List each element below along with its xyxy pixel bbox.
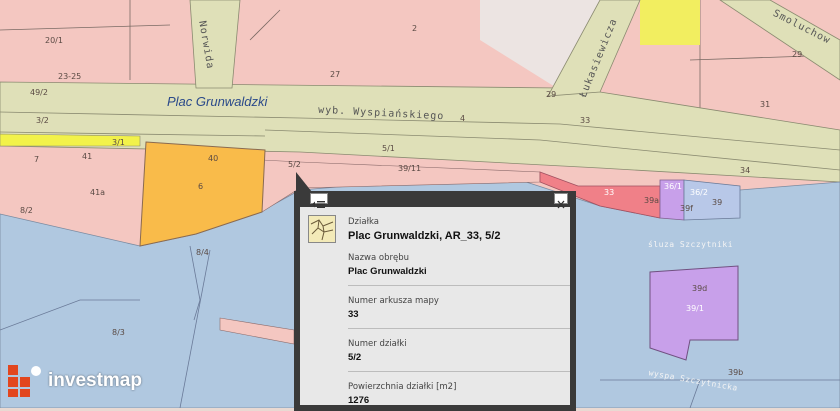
parcel-label: 7	[34, 155, 40, 164]
parcel-label: 5/2	[288, 160, 301, 169]
field-numer-arkusza: Numer arkusza mapy 33	[348, 296, 556, 320]
field-label: Numer działki	[348, 339, 407, 349]
street-label-sluza: śluza Szczytniki	[648, 240, 734, 249]
parcel-label: 4	[460, 114, 466, 123]
parcel-label: 39a	[644, 196, 660, 205]
field-value: 33	[348, 309, 359, 320]
field-label: Numer arkusza mapy	[348, 296, 439, 306]
parcel-map-thumbnail	[308, 215, 336, 243]
parcel-label: 41a	[90, 188, 106, 197]
popup-pointer	[296, 172, 312, 192]
parcel-label: 39b	[728, 368, 744, 377]
parcel-label: 33	[580, 116, 591, 125]
list-icon[interactable]	[310, 193, 328, 208]
parcel-label: 8/3	[112, 328, 125, 337]
field-value: 1276	[348, 395, 370, 406]
parcel-label: 29	[792, 50, 803, 59]
parcel-info-popup: Działka Plac Grunwaldzki, AR_33, 5/2 Naz…	[294, 191, 576, 411]
logo-text: investmap	[48, 370, 142, 391]
parcel-label: 27	[330, 70, 341, 79]
parcel-label: 36/1	[664, 182, 682, 191]
parcel-label: 23-25	[58, 72, 82, 81]
place-label: Plac Grunwaldzki	[167, 94, 268, 109]
popup-title: Plac Grunwaldzki, AR_33, 5/2	[348, 230, 501, 242]
investmap-logo[interactable]: investmap	[8, 365, 142, 397]
parcel-label: 39/1	[686, 304, 704, 313]
separator	[348, 285, 570, 286]
road-norwida	[189, 0, 241, 89]
separator	[348, 371, 570, 372]
parcel-label: 33	[604, 188, 615, 197]
popup-type-label: Działka	[348, 217, 379, 227]
parcel-label: 29	[546, 90, 557, 99]
parcel-label: 3/1	[112, 138, 125, 147]
field-powierzchnia: Powierzchnia działki [m2] 1276	[348, 382, 556, 406]
parcel-label: 34	[740, 166, 751, 175]
investmap-logo-icon	[8, 365, 41, 397]
parcel-label: 39d	[692, 284, 708, 293]
parcel-label: 49/2	[30, 88, 48, 97]
field-value: Plac Grunwaldzki	[348, 266, 427, 277]
field-numer-dzialki: Numer działki 5/2	[348, 339, 556, 363]
parcel-label: 6	[198, 182, 204, 191]
parcel-label: 31	[760, 100, 771, 109]
separator	[348, 328, 570, 329]
field-nazwa-obrebu: Nazwa obrębu Plac Grunwaldzki	[348, 253, 556, 277]
field-label: Powierzchnia działki [m2]	[348, 382, 457, 392]
close-icon[interactable]	[554, 193, 568, 209]
parcel-label: 3/2	[36, 116, 49, 125]
parcel-label: 40	[208, 154, 219, 163]
parcel-label: 36/2	[690, 188, 708, 197]
parcel-label: 39/11	[398, 164, 422, 173]
parcel-label: 39	[712, 198, 723, 207]
parcel-label: 39f	[680, 204, 693, 213]
field-value: 5/2	[348, 352, 362, 363]
parcel-label: 2	[412, 24, 418, 33]
parcel-label: 5/1	[382, 144, 395, 153]
yellow-parcel-top	[640, 0, 700, 45]
field-label: Nazwa obrębu	[348, 253, 409, 263]
parcel-label: 8/2	[20, 206, 33, 215]
parcel-label: 20/1	[45, 36, 63, 45]
parcel-label: 8/4	[196, 248, 209, 257]
parcel-label: 41	[82, 152, 93, 161]
